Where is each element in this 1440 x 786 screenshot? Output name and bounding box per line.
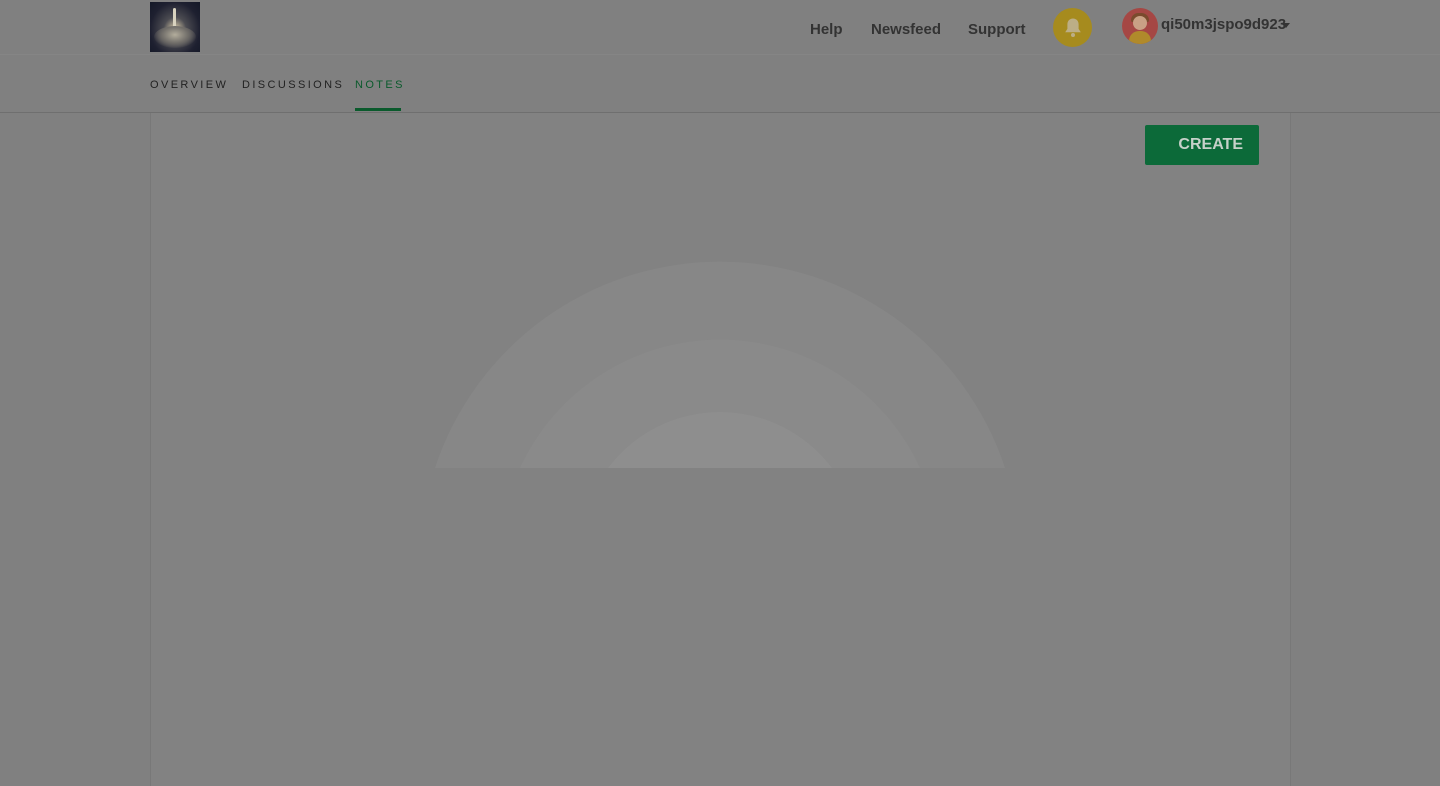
section-tabs: OVERVIEW DISCUSSIONS NOTES (0, 56, 1440, 113)
tab-overview[interactable]: OVERVIEW (150, 79, 228, 91)
tab-notes[interactable]: NOTES (355, 79, 405, 91)
tab-discussions[interactable]: DISCUSSIONS (242, 79, 344, 91)
active-tab-indicator (355, 108, 401, 111)
empty-state-illustration (435, 261, 1005, 468)
notifications-button[interactable] (1053, 8, 1092, 47)
nav-newsfeed-link[interactable]: Newsfeed (871, 21, 941, 38)
rocket-icon (173, 8, 176, 28)
user-avatar[interactable] (1122, 8, 1158, 44)
bell-icon (1064, 18, 1081, 37)
chevron-down-icon[interactable] (1282, 23, 1290, 28)
top-header: Help Newsfeed Support qi50m3jspo9d923 (0, 0, 1440, 55)
user-menu-name[interactable]: qi50m3jspo9d923 (1161, 16, 1286, 33)
nav-support-link[interactable]: Support (968, 21, 1026, 38)
smoke-graphic (154, 26, 196, 48)
create-button[interactable]: CREATE (1145, 125, 1259, 165)
app-logo[interactable] (150, 2, 200, 52)
nav-help-link[interactable]: Help (810, 21, 843, 38)
